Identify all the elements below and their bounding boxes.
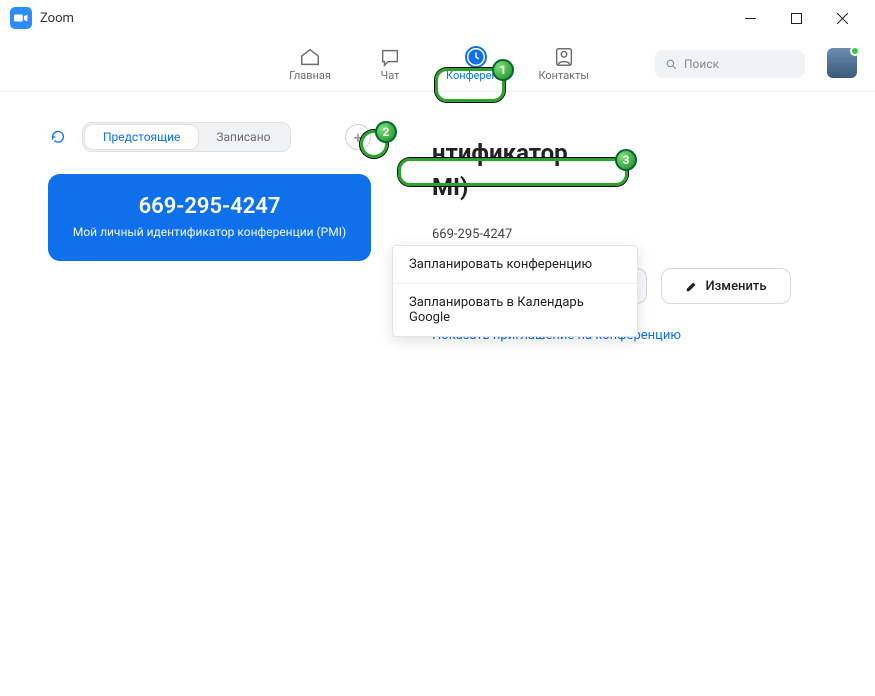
add-meeting-dropdown: Запланировать конференцию Запланировать … [392,245,638,337]
maximize-button[interactable] [773,2,819,34]
meetings-tab-bar: Предстоящие Записано + [48,122,371,152]
nav-home-label: Главная [289,69,331,82]
app-window: Zoom Главная Чат Конферен... Контакты [0,0,875,696]
zoom-app-icon [10,7,32,29]
presence-indicator [850,46,860,56]
contacts-icon [553,46,575,68]
top-navbar: Главная Чат Конферен... Контакты Поиск [0,36,875,92]
edit-button[interactable]: Изменить [661,268,791,304]
pmi-number: 669-295-4247 [64,194,355,219]
refresh-icon [50,129,66,145]
pmi-card[interactable]: 669-295-4247 Мой личный идентификатор ко… [48,174,371,261]
minimize-button[interactable] [727,2,773,34]
add-meeting-button[interactable]: + [345,124,371,150]
search-icon [665,58,678,71]
window-controls [727,2,865,34]
nav-meetings[interactable]: Конферен... [442,44,510,84]
nav-chat-label: Чат [381,69,400,82]
meeting-id-text: 669-295-4247 [432,227,842,242]
search-input[interactable]: Поиск [655,50,805,78]
dropdown-schedule-meeting[interactable]: Запланировать конференцию [393,246,637,283]
home-icon [299,46,321,68]
meeting-title-line2: MI) [432,173,842,201]
refresh-button[interactable] [48,127,68,147]
nav-home[interactable]: Главная [282,44,338,84]
pmi-label: Мой личный идентификатор конференции (PM… [64,225,355,239]
nav-contacts-label: Контакты [538,69,589,82]
nav-chat[interactable]: Чат [362,44,418,84]
edit-label: Изменить [705,279,766,294]
search-placeholder: Поиск [684,57,719,71]
nav-contacts[interactable]: Контакты [534,44,593,84]
left-column: Предстоящие Записано + 669-295-4247 Мой … [48,122,371,261]
meeting-title-line1: нтификатор [432,138,842,169]
clock-icon [465,46,487,68]
chat-icon [379,46,401,68]
nav-tabs: Главная Чат Конферен... Контакты [282,44,593,84]
pill-tabs: Предстоящие Записано [82,122,291,152]
titlebar: Zoom [0,0,875,36]
nav-meetings-label: Конферен... [446,69,506,82]
pencil-icon [685,279,699,293]
app-title: Zoom [40,11,74,26]
content-area: Предстоящие Записано + 669-295-4247 Мой … [0,92,875,696]
close-button[interactable] [819,2,865,34]
tab-recorded[interactable]: Записано [198,125,288,149]
tab-upcoming[interactable]: Предстоящие [85,125,198,149]
plus-icon: + [353,128,362,147]
dropdown-schedule-google[interactable]: Запланировать в Календарь Google [393,283,637,336]
